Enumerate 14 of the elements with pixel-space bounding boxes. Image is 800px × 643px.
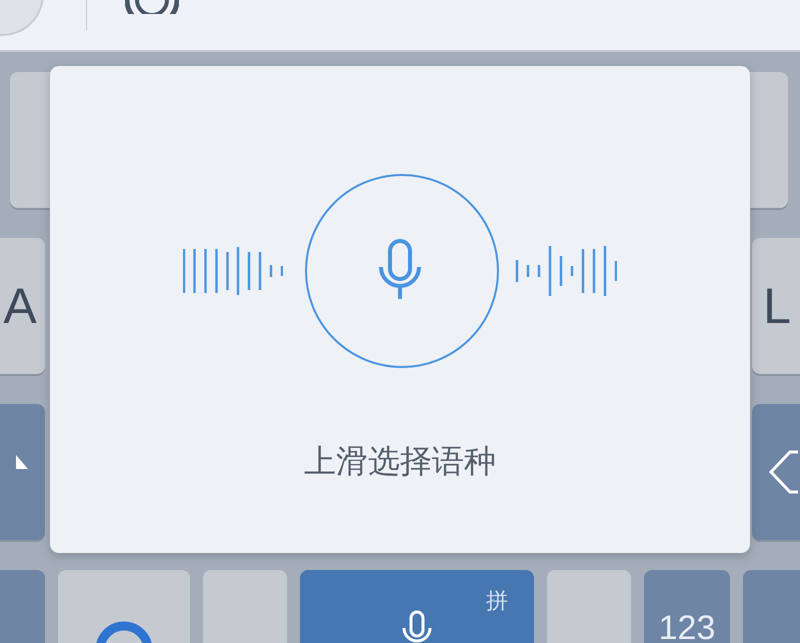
space-key[interactable]: 拼 <box>300 570 534 643</box>
microphone-button[interactable] <box>305 174 499 368</box>
microphone-icon <box>400 610 434 643</box>
blank-key[interactable] <box>203 570 287 643</box>
blank-key[interactable] <box>547 570 631 643</box>
letter-key[interactable]: A <box>0 238 45 374</box>
logo-key[interactable] <box>58 570 190 643</box>
hint-text: 上滑选择语种 <box>304 442 496 481</box>
shift-icon <box>16 454 30 470</box>
circle-icon[interactable] <box>125 0 179 14</box>
backspace-icon <box>768 450 798 494</box>
letter-key[interactable]: L <box>752 238 800 374</box>
function-key[interactable]: 123 <box>644 570 730 643</box>
pinyin-label: 拼 <box>486 587 508 615</box>
